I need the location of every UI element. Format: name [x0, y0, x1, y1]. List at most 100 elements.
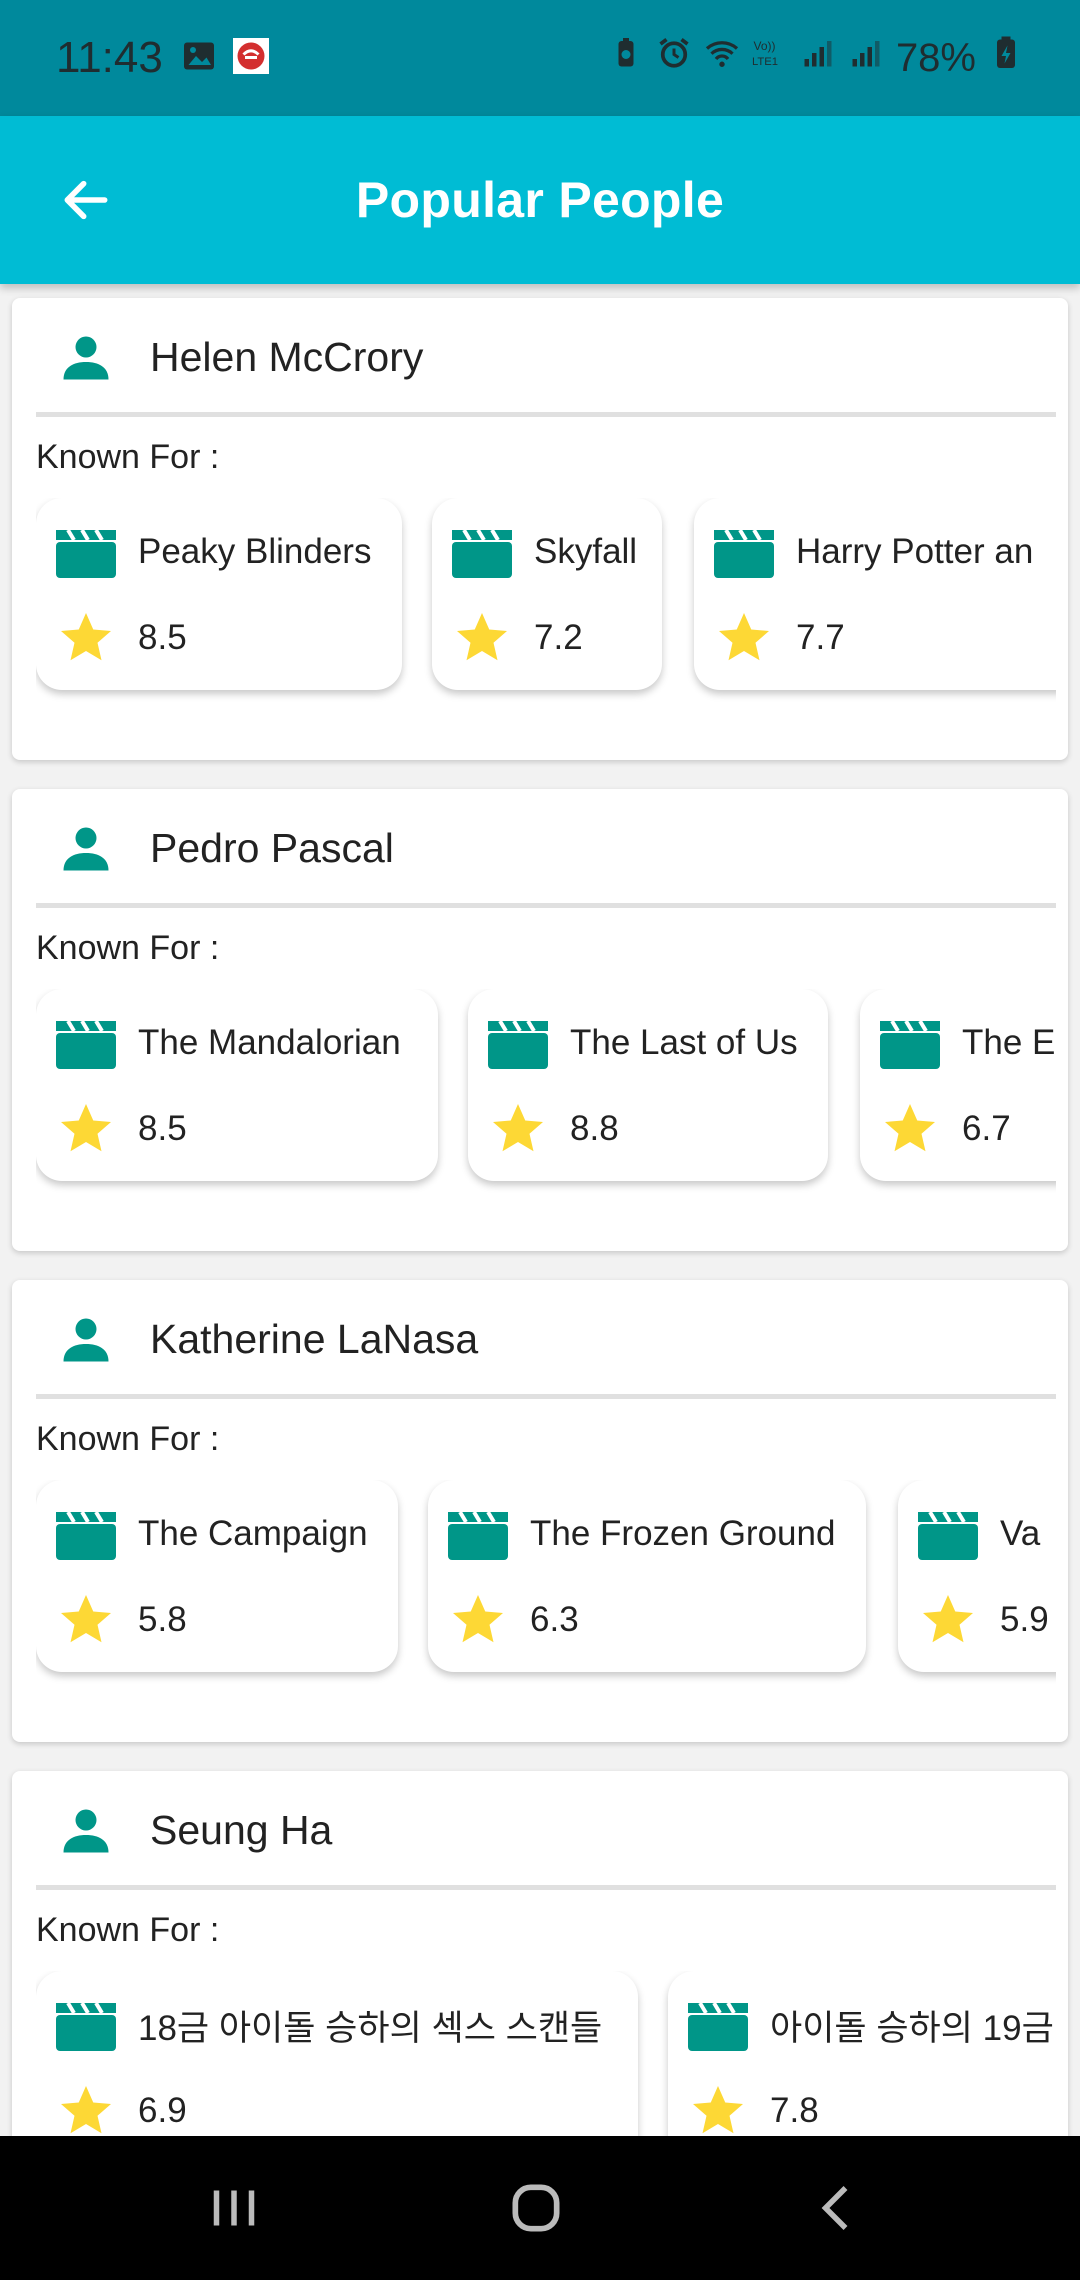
film-rating: 7.8	[770, 2091, 819, 2130]
movie-clapperboard-icon	[56, 1019, 116, 1069]
star-icon	[493, 1104, 543, 1152]
star-icon	[61, 1104, 111, 1152]
person-icon	[63, 827, 109, 871]
arrow-back-icon	[64, 180, 108, 220]
movie-clapperboard-icon	[688, 2001, 748, 2051]
person-card[interactable]: Pedro Pascal Known For : The Mandalorian…	[12, 789, 1068, 1251]
film-title: The Last of Us	[570, 1023, 798, 1062]
person-icon	[63, 336, 109, 380]
star-icon	[693, 2086, 743, 2134]
star-icon	[453, 1595, 503, 1643]
film-card[interactable]: The Campaign 5.8	[36, 1480, 398, 1672]
person-name: Helen McCrory	[150, 333, 424, 380]
film-card[interactable]: 18금 아이돌 승하의 섹스 스캔들 6.9	[36, 1971, 638, 2136]
film-card[interactable]: The Mandalorian 8.5	[36, 989, 438, 1181]
film-rating: 5.9	[1000, 1600, 1049, 1639]
film-card[interactable]: 아이돌 승하의 19금 7.8	[668, 1971, 1056, 2136]
movie-clapperboard-icon	[918, 1510, 978, 1560]
film-rating: 7.7	[796, 618, 845, 657]
recent-apps-button[interactable]	[184, 2166, 284, 2250]
known-for-label: Known For :	[36, 1420, 220, 1458]
wifi-icon	[704, 35, 740, 81]
star-icon	[885, 1104, 935, 1152]
film-title: Peaky Blinders	[138, 532, 372, 571]
movie-clapperboard-icon	[56, 1510, 116, 1560]
film-card[interactable]: The E 6.7	[860, 989, 1056, 1181]
system-back-button[interactable]	[788, 2166, 888, 2250]
movie-clapperboard-icon	[880, 1019, 940, 1069]
film-rating: 5.8	[138, 1600, 187, 1639]
divider	[36, 1394, 1056, 1399]
divider	[36, 412, 1056, 417]
alarm-icon	[656, 35, 692, 81]
back-icon	[821, 2186, 848, 2230]
star-icon	[457, 613, 507, 661]
known-for-label: Known For :	[36, 438, 220, 476]
film-title: The Mandalorian	[138, 1023, 401, 1062]
film-rating: 7.2	[534, 618, 583, 657]
battery-saver-icon	[608, 35, 644, 81]
known-for-carousel[interactable]: The Campaign 5.8 The Frozen Ground 6.3 V…	[36, 1480, 1056, 1690]
known-for-carousel[interactable]: The Mandalorian 8.5 The Last of Us 8.8 T…	[36, 989, 1056, 1199]
film-card[interactable]: Peaky Blinders 8.5	[36, 498, 402, 690]
film-card[interactable]: The Frozen Ground 6.3	[428, 1480, 866, 1672]
film-card[interactable]: The Last of Us 8.8	[468, 989, 828, 1181]
app-bar: Popular People	[0, 116, 1080, 284]
movie-clapperboard-icon	[56, 528, 116, 578]
film-rating: 6.9	[138, 2091, 187, 2130]
person-icon	[63, 1318, 109, 1362]
film-card[interactable]: Harry Potter an 7.7	[694, 498, 1056, 690]
status-time: 11:43	[56, 33, 163, 82]
film-title: 18금 아이돌 승하의 섹스 스캔들	[138, 2008, 603, 2048]
film-title: The Frozen Ground	[530, 1514, 836, 1553]
charging-battery-icon	[988, 35, 1024, 81]
film-title: The E	[962, 1023, 1056, 1062]
person-card[interactable]: Helen McCrory Known For : Peaky Blinders…	[12, 298, 1068, 760]
star-icon	[719, 613, 769, 661]
person-name: Pedro Pascal	[150, 824, 394, 871]
home-button[interactable]	[486, 2166, 586, 2250]
film-title: Skyfall	[534, 532, 638, 571]
gallery-icon	[181, 38, 217, 79]
person-name: Katherine LaNasa	[150, 1315, 479, 1362]
person-card[interactable]: Katherine LaNasa Known For : The Campaig…	[12, 1280, 1068, 1742]
star-icon	[61, 1595, 111, 1643]
film-rating: 8.5	[138, 618, 187, 657]
film-card[interactable]: Va 5.9	[898, 1480, 1056, 1672]
film-title: Harry Potter an	[796, 532, 1034, 571]
status-bar: 11:43 Vo)) LTE1 78%	[0, 0, 1080, 116]
film-rating: 8.5	[138, 1109, 187, 1148]
recent-apps-icon	[213, 2190, 255, 2226]
movie-clapperboard-icon	[714, 528, 774, 578]
person-icon	[63, 1809, 109, 1853]
divider	[36, 1885, 1056, 1890]
back-button[interactable]	[52, 166, 120, 234]
film-card[interactable]: Skyfall 7.2	[432, 498, 662, 690]
system-nav-bar	[0, 2136, 1080, 2280]
pizza-hut-app-icon	[232, 37, 269, 79]
film-rating: 8.8	[570, 1109, 619, 1148]
battery-percent: 78%	[895, 35, 976, 80]
person-name: Seung Ha	[150, 1806, 333, 1853]
signal-icon	[800, 35, 836, 81]
divider	[36, 903, 1056, 908]
svg-text:Vo)): Vo))	[753, 39, 775, 53]
known-for-carousel[interactable]: Peaky Blinders 8.5 Skyfall 7.2 Harry Pot…	[36, 498, 1056, 708]
movie-clapperboard-icon	[488, 1019, 548, 1069]
star-icon	[61, 613, 111, 661]
film-title: Va	[1000, 1514, 1041, 1553]
signal-icon	[848, 35, 884, 81]
movie-clapperboard-icon	[448, 1510, 508, 1560]
movie-clapperboard-icon	[56, 2001, 116, 2051]
page-title: Popular People	[355, 172, 725, 228]
film-rating: 6.3	[530, 1600, 579, 1639]
movie-clapperboard-icon	[452, 528, 512, 578]
film-title: The Campaign	[138, 1514, 368, 1553]
volte-icon: Vo)) LTE1	[752, 35, 788, 81]
film-rating: 6.7	[962, 1109, 1011, 1148]
known-for-carousel[interactable]: 18금 아이돌 승하의 섹스 스캔들 6.9 아이돌 승하의 19금 7.8	[36, 1971, 1056, 2136]
star-icon	[923, 1595, 973, 1643]
people-list[interactable]: Helen McCrory Known For : Peaky Blinders…	[0, 284, 1080, 2136]
film-title: 아이돌 승하의 19금	[770, 2008, 1054, 2048]
person-card[interactable]: Seung Ha Known For : 18금 아이돌 승하의 섹스 스캔들 …	[12, 1771, 1068, 2136]
